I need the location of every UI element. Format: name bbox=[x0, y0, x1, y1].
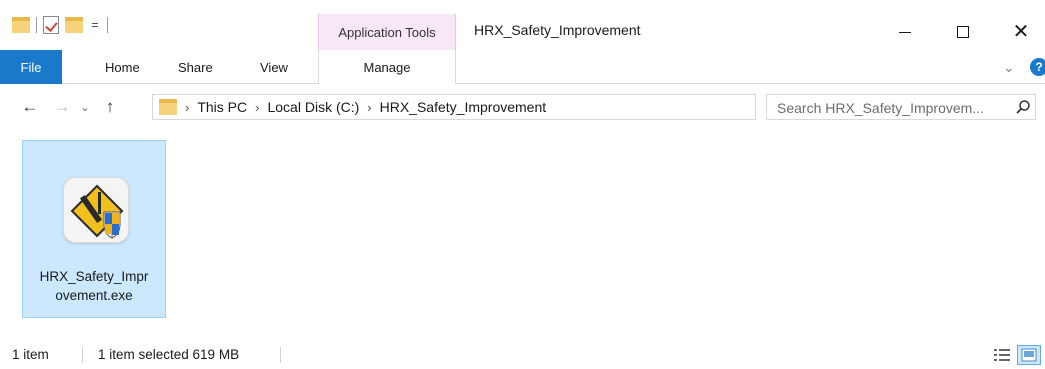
search-box[interactable]: Search HRX_Safety_Improvem... bbox=[766, 94, 1036, 120]
chevron-right-icon[interactable]: › bbox=[185, 100, 189, 115]
qat-separator bbox=[36, 17, 37, 33]
maximize-icon bbox=[957, 26, 969, 38]
maximize-button[interactable] bbox=[940, 14, 986, 50]
title-bar: = Application Tools HRX_Safety_Improveme… bbox=[0, 0, 1045, 50]
folder-icon bbox=[12, 17, 30, 33]
close-icon: ✕ bbox=[1012, 21, 1030, 43]
ribbon-tabs: File Home Share View Manage ⌄ ? bbox=[0, 50, 1045, 85]
file-list: HRX_Safety_Impr ovement.exe bbox=[0, 130, 1045, 335]
folder-icon bbox=[159, 99, 177, 115]
recent-locations-button[interactable]: ⌄ bbox=[76, 95, 94, 119]
file-name-line-2: ovement.exe bbox=[55, 288, 133, 303]
search-icon[interactable] bbox=[1015, 99, 1031, 115]
arrow-left-icon: ← bbox=[21, 97, 39, 116]
new-folder-icon[interactable] bbox=[65, 17, 83, 33]
tab-home[interactable]: Home bbox=[105, 50, 140, 84]
tab-view[interactable]: View bbox=[260, 50, 288, 84]
qat-customize-dropdown[interactable]: = bbox=[89, 18, 101, 32]
file-item[interactable]: HRX_Safety_Impr ovement.exe bbox=[22, 140, 166, 318]
chevron-down-icon[interactable]: ⌄ bbox=[1003, 59, 1015, 76]
file-name: HRX_Safety_Impr ovement.exe bbox=[23, 267, 165, 305]
status-bar: 1 item 1 item selected 619 MB bbox=[0, 338, 1045, 369]
chevron-right-icon[interactable]: › bbox=[255, 100, 259, 115]
arrow-up-icon: ↑ bbox=[105, 97, 115, 116]
window-title: HRX_Safety_Improvement bbox=[474, 22, 641, 38]
help-icon[interactable]: ? bbox=[1030, 58, 1045, 76]
navigation-bar: ← → ⌄ ↑ › This PC › Local Disk (C:) › HR… bbox=[0, 84, 1045, 130]
search-placeholder: Search HRX_Safety_Improvem... bbox=[777, 100, 984, 116]
details-view-icon[interactable] bbox=[993, 347, 1011, 363]
application-tools-label: Application Tools bbox=[338, 25, 436, 40]
tab-share[interactable]: Share bbox=[178, 50, 213, 84]
properties-icon[interactable] bbox=[43, 16, 59, 34]
qat-separator bbox=[107, 17, 108, 33]
selection-info: 1 item selected 619 MB bbox=[98, 347, 240, 362]
arrow-right-icon: → bbox=[53, 97, 71, 116]
installer-shield-icon bbox=[63, 177, 129, 243]
tab-manage[interactable]: Manage bbox=[318, 50, 456, 85]
chevron-down-icon: ⌄ bbox=[80, 101, 90, 114]
forward-button[interactable]: → bbox=[50, 95, 74, 119]
chevron-right-icon[interactable]: › bbox=[367, 100, 371, 115]
application-tools-context-tab: Application Tools bbox=[318, 14, 456, 50]
up-button[interactable]: ↑ bbox=[98, 95, 122, 119]
tab-file[interactable]: File bbox=[0, 50, 62, 84]
file-name-line-1: HRX_Safety_Impr bbox=[39, 269, 149, 284]
status-separator bbox=[280, 347, 281, 363]
large-icons-view-icon[interactable] bbox=[1017, 345, 1041, 365]
minimize-icon bbox=[899, 31, 911, 33]
address-bar[interactable]: › This PC › Local Disk (C:) › HRX_Safety… bbox=[152, 94, 892, 120]
quick-access-toolbar: = bbox=[12, 14, 108, 36]
item-count: 1 item bbox=[12, 347, 49, 362]
breadcrumb-current-folder[interactable]: HRX_Safety_Improvement bbox=[380, 99, 547, 115]
breadcrumb-this-pc[interactable]: This PC bbox=[197, 99, 247, 115]
status-separator bbox=[82, 347, 83, 363]
close-button[interactable]: ✕ bbox=[998, 14, 1044, 50]
back-button[interactable]: ← bbox=[18, 95, 42, 119]
minimize-button[interactable] bbox=[882, 14, 928, 50]
breadcrumb-local-disk[interactable]: Local Disk (C:) bbox=[267, 99, 359, 115]
